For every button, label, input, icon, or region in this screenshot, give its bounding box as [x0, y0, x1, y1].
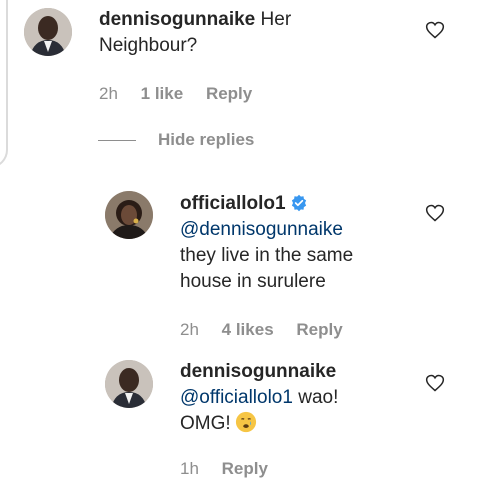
comment-2-meta: 2h 4 likes Reply [180, 320, 361, 340]
hide-replies-divider [98, 139, 136, 141]
comment-1-username[interactable]: dennisogunnaike [99, 9, 255, 30]
comment-2-username[interactable]: officiallolo1 [180, 193, 286, 214]
comment-3-username[interactable]: dennisogunnaike [180, 361, 336, 382]
comment-3-body: dennisogunnaike @officiallolo1 wao! OMG! [180, 359, 410, 437]
comment-3-meta: 1h Reply [180, 459, 286, 479]
comment-3-time: 1h [180, 459, 199, 478]
heart-icon[interactable] [425, 373, 445, 393]
comment-2-body: officiallolo1 @dennisogunnaike they live… [180, 191, 410, 295]
thread-connector-line [0, 0, 8, 168]
comment-2-likes[interactable]: 4 likes [222, 320, 274, 339]
avatar-dennisogunnaike[interactable] [24, 8, 72, 56]
comment-2-time: 2h [180, 320, 199, 339]
comment-1-reply-button[interactable]: Reply [206, 84, 252, 103]
comment-1-meta: 2h 1 like Reply [99, 84, 270, 104]
heart-icon[interactable] [425, 20, 445, 40]
comment-1-likes[interactable]: 1 like [141, 84, 184, 103]
comment-2-text: they live in the same house in surulere [180, 245, 354, 292]
comment-3-mention[interactable]: @officiallolo1 [180, 387, 293, 408]
avatar-dennisogunnaike[interactable] [105, 360, 153, 408]
verified-badge-icon [291, 194, 306, 212]
hide-replies-button[interactable]: Hide replies [98, 130, 254, 150]
crying-face-emoji-icon [235, 411, 256, 433]
comment-2-mention[interactable]: @dennisogunnaike [180, 219, 343, 240]
comment-1-body: dennisogunnaike Her Neighbour? [99, 7, 329, 59]
avatar-officiallolo1[interactable] [105, 191, 153, 239]
comment-3-text-part2: OMG! [180, 413, 231, 434]
comment-3-reply-button[interactable]: Reply [222, 459, 268, 478]
hide-replies-label[interactable]: Hide replies [158, 130, 254, 150]
comment-2-reply-button[interactable]: Reply [296, 320, 342, 339]
heart-icon[interactable] [425, 203, 445, 223]
comment-3-text-part1: wao! [298, 387, 339, 408]
comment-1-time: 2h [99, 84, 118, 103]
